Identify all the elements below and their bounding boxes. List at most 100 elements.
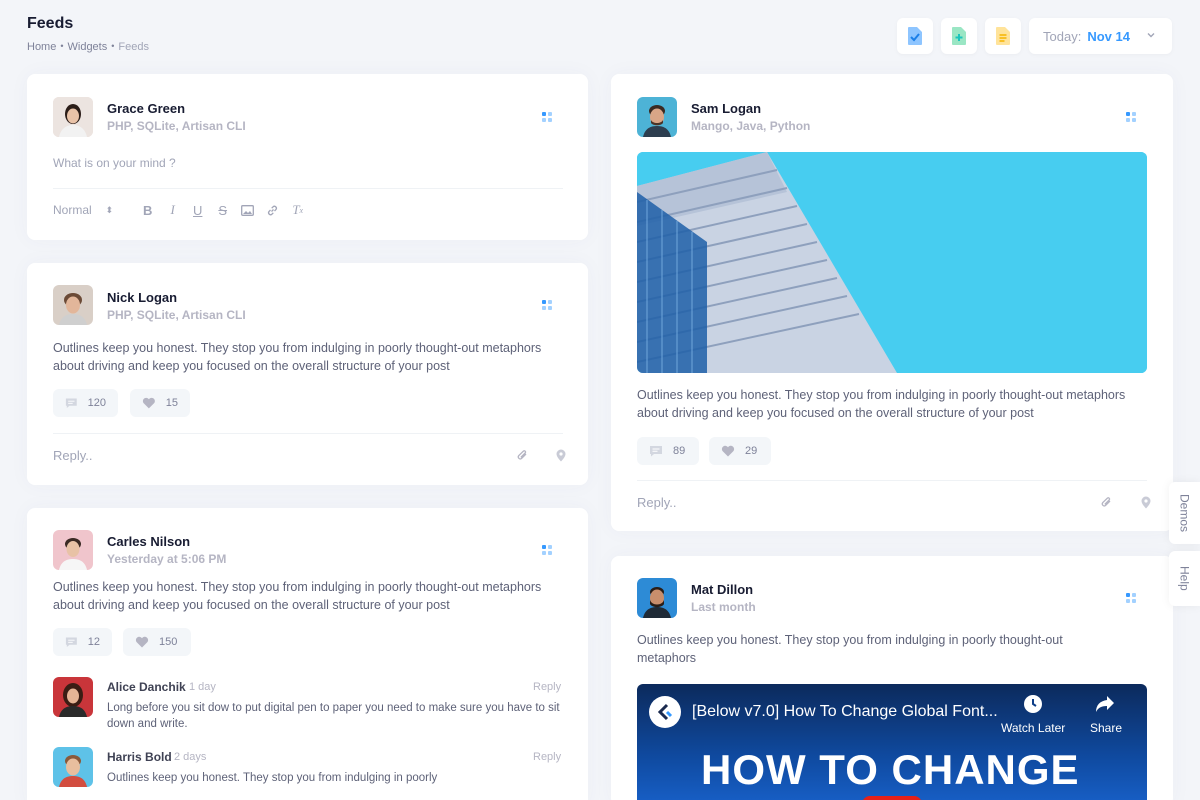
select-arrows-icon: ⬍ xyxy=(105,204,114,215)
share-icon[interactable] xyxy=(1095,695,1115,713)
post-card: Mat Dillon Last month Outlines keep you … xyxy=(611,556,1173,800)
post-text: Outlines keep you honest. They stop you … xyxy=(637,388,1126,420)
reply-link[interactable]: Reply xyxy=(533,681,561,693)
file-check-button[interactable] xyxy=(897,18,933,54)
avatar xyxy=(637,578,677,618)
comments-button[interactable]: 120 xyxy=(53,389,118,417)
post-card: Nick Logan PHP, SQLite, Artisan CLI Outl… xyxy=(27,263,588,485)
clock-icon[interactable] xyxy=(1023,694,1043,714)
file-plus-button[interactable] xyxy=(941,18,977,54)
video-title[interactable]: [Below v7.0] How To Change Global Font..… xyxy=(692,703,998,721)
composer-card: Grace Green PHP, SQLite, Artisan CLI Wha… xyxy=(27,74,588,240)
author-name[interactable]: Nick Logan xyxy=(107,290,177,305)
likes-count: 15 xyxy=(165,397,178,409)
avatar xyxy=(53,530,93,570)
watch-later-label[interactable]: Watch Later xyxy=(1001,721,1065,735)
comments-button[interactable]: 89 xyxy=(637,437,699,465)
divider xyxy=(53,433,563,434)
reply-input[interactable]: Reply.. xyxy=(637,495,677,510)
likes-button[interactable]: 150 xyxy=(123,628,191,656)
breadcrumb: Home • Widgets • Feeds xyxy=(27,41,149,53)
clear-format-icon[interactable]: Tx xyxy=(285,202,310,218)
menu-dots-icon[interactable] xyxy=(1126,593,1136,603)
file-plus-icon xyxy=(952,27,966,45)
reply-link[interactable]: Reply xyxy=(533,751,561,763)
author-meta: PHP, SQLite, Artisan CLI xyxy=(107,308,246,322)
channel-logo xyxy=(649,696,681,728)
reply-time: 1 day xyxy=(189,681,216,693)
date-picker[interactable]: Today: Nov 14 xyxy=(1029,18,1172,54)
author-name[interactable]: Sam Logan xyxy=(691,101,761,116)
reply-author[interactable]: Alice Danchik xyxy=(107,680,186,694)
author-meta: PHP, SQLite, Artisan CLI xyxy=(107,119,246,133)
help-tab[interactable]: Help xyxy=(1169,551,1200,606)
reply-author[interactable]: Harris Bold xyxy=(107,750,172,764)
map-pin-icon[interactable] xyxy=(1140,496,1152,509)
demos-tab-label: Demos xyxy=(1177,493,1192,532)
video-embed[interactable]: [Below v7.0] How To Change Global Font..… xyxy=(637,684,1147,800)
heart-icon xyxy=(142,397,155,409)
menu-dots-icon[interactable] xyxy=(1126,112,1136,122)
menu-dots-icon[interactable] xyxy=(542,300,552,310)
italic-icon[interactable]: I xyxy=(160,202,185,218)
comment-icon xyxy=(65,637,77,648)
post-time: Yesterday at 5:06 PM xyxy=(107,552,227,566)
date-label: Today: xyxy=(1043,28,1082,44)
breadcrumb-home[interactable]: Home xyxy=(27,41,56,53)
avatar xyxy=(637,97,677,137)
image-icon[interactable] xyxy=(235,202,260,218)
post-card: Sam Logan Mango, Java, Python Outlines k… xyxy=(611,74,1173,531)
demos-tab[interactable]: Demos xyxy=(1169,482,1200,544)
map-pin-icon[interactable] xyxy=(555,449,567,462)
bold-icon[interactable]: B xyxy=(135,202,160,218)
page-title: Feeds xyxy=(27,15,74,32)
menu-dots-icon[interactable] xyxy=(542,545,552,555)
post-text: Outlines keep you honest. They stop you … xyxy=(637,633,1063,665)
likes-count: 150 xyxy=(159,636,178,648)
avatar xyxy=(53,747,93,787)
author-name[interactable]: Carles Nilson xyxy=(107,534,190,549)
breadcrumb-separator: • xyxy=(60,41,64,51)
avatar xyxy=(53,97,93,137)
comment-icon xyxy=(650,446,662,457)
post-card: Carles Nilson Yesterday at 5:06 PM Outli… xyxy=(27,508,588,800)
file-text-icon xyxy=(996,27,1010,45)
link-icon[interactable] xyxy=(260,202,285,218)
comments-count: 12 xyxy=(87,636,100,648)
menu-dots-icon[interactable] xyxy=(542,112,552,122)
post-text: Outlines keep you honest. They stop you … xyxy=(53,580,542,612)
share-label[interactable]: Share xyxy=(1090,721,1122,735)
divider xyxy=(53,188,563,189)
file-check-icon xyxy=(908,27,922,45)
help-tab-label: Help xyxy=(1177,566,1192,591)
avatar xyxy=(53,285,93,325)
likes-button[interactable]: 15 xyxy=(130,389,190,417)
play-button[interactable] xyxy=(862,796,922,800)
post-time: Last month xyxy=(691,600,756,614)
comments-count: 89 xyxy=(673,445,686,457)
likes-count: 29 xyxy=(745,445,758,457)
file-text-button[interactable] xyxy=(985,18,1021,54)
paperclip-icon[interactable] xyxy=(1100,496,1113,509)
paperclip-icon[interactable] xyxy=(516,449,529,462)
comments-count: 120 xyxy=(87,397,106,409)
post-text: Outlines keep you honest. They stop you … xyxy=(53,341,542,373)
likes-button[interactable]: 29 xyxy=(709,437,771,465)
divider xyxy=(637,480,1147,481)
underline-icon[interactable]: U xyxy=(185,202,210,218)
post-editor[interactable]: What is on your mind ? xyxy=(53,156,176,170)
strikethrough-icon[interactable]: S xyxy=(210,202,235,218)
reply-time: 2 days xyxy=(174,751,207,763)
video-thumbnail-text: HOW TO CHANGE xyxy=(701,746,1080,793)
breadcrumb-widgets[interactable]: Widgets xyxy=(68,41,108,53)
author-name[interactable]: Grace Green xyxy=(107,101,185,116)
reply-text: Outlines keep you honest. They stop you … xyxy=(107,772,438,784)
post-image[interactable] xyxy=(637,152,1147,373)
heart-icon xyxy=(721,445,735,457)
author-name[interactable]: Mat Dillon xyxy=(691,582,753,597)
comment-icon xyxy=(65,398,77,408)
reply-input[interactable]: Reply.. xyxy=(53,448,93,463)
heart-icon xyxy=(135,636,149,648)
comments-button[interactable]: 12 xyxy=(53,628,112,656)
format-select[interactable]: Normal xyxy=(53,203,92,217)
